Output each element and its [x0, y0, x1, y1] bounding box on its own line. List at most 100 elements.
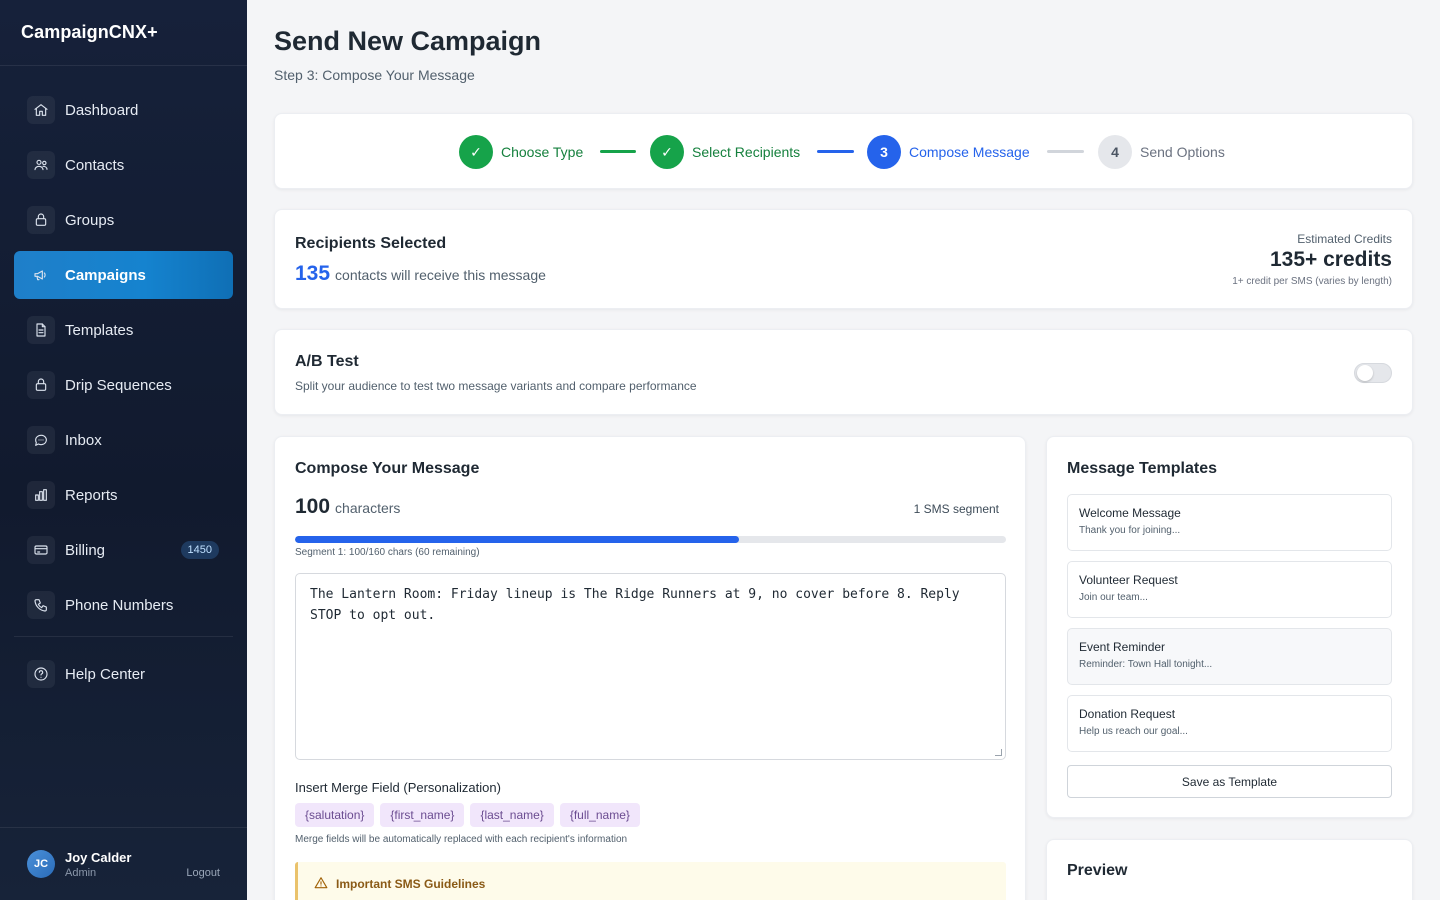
toggle-knob	[1357, 365, 1373, 381]
recipients-count: 135	[295, 262, 331, 285]
message-text: The Lantern Room: Friday lineup is The R…	[310, 587, 968, 623]
message-textarea[interactable]: The Lantern Room: Friday lineup is The R…	[295, 573, 1006, 760]
help-circle-icon	[27, 660, 55, 688]
sidebar-item-label: Inbox	[65, 431, 102, 449]
lock-icon	[27, 371, 55, 399]
user-name: Joy Calder	[65, 849, 132, 865]
sidebar-item-label: Dashboard	[65, 101, 139, 119]
step-select-recipients[interactable]: ✓ Select Recipients	[650, 134, 800, 170]
merge-chip-salutation[interactable]: {salutation}	[295, 803, 375, 827]
recipients-text: contacts will receive this message	[335, 267, 546, 283]
segment-progress-bar	[295, 536, 1006, 543]
step-check-icon: ✓	[650, 135, 684, 169]
step-choose-type[interactable]: ✓ Choose Type	[459, 134, 583, 170]
step-label: Compose Message	[909, 144, 1030, 160]
template-item[interactable]: Welcome Message Thank you for joining...	[1067, 494, 1392, 551]
char-label: characters	[335, 500, 401, 516]
chat-bubble-icon	[27, 426, 55, 454]
ab-test-description: Split your audience to test two message …	[295, 379, 697, 393]
sidebar-nav: Dashboard Contacts Groups Campaigns Temp…	[0, 66, 247, 698]
phone-icon	[27, 591, 55, 619]
step-label: Send Options	[1140, 144, 1225, 160]
step-number: 3	[867, 135, 901, 169]
lock-icon	[27, 206, 55, 234]
template-name: Event Reminder	[1079, 640, 1166, 654]
template-name: Welcome Message	[1079, 506, 1181, 520]
credits-label: Estimated Credits	[1297, 232, 1392, 246]
sidebar-item-label: Billing	[65, 541, 106, 559]
step-number: 4	[1098, 135, 1132, 169]
guidelines-title: Important SMS Guidelines	[336, 877, 486, 891]
sidebar-item-label: Templates	[65, 321, 134, 339]
users-icon	[27, 151, 55, 179]
sidebar-item-reports[interactable]: Reports	[14, 471, 233, 519]
ab-test-title: A/B Test	[295, 353, 359, 370]
recipients-summary: Recipients Selected 135 contacts will re…	[274, 209, 1413, 309]
template-name: Donation Request	[1079, 707, 1176, 721]
template-item[interactable]: Event Reminder Reminder: Town Hall tonig…	[1067, 628, 1392, 685]
save-as-template-button[interactable]: Save as Template	[1067, 765, 1392, 798]
billing-credit-badge: 1450	[180, 541, 219, 559]
template-snippet: Thank you for joining...	[1079, 525, 1181, 536]
logout-link[interactable]: Logout	[186, 867, 220, 879]
main-content: Send New Campaign Step 3: Compose Your M…	[247, 0, 1440, 900]
credit-card-icon	[27, 536, 55, 564]
recipients-title: Recipients Selected	[295, 235, 447, 252]
sidebar: CampaignCNX+ Dashboard Contacts Groups C…	[0, 0, 247, 900]
ab-test-card: A/B Test Split your audience to test two…	[274, 329, 1413, 415]
bar-chart-icon	[27, 481, 55, 509]
recipients-line: 135 contacts will receive this message	[295, 262, 546, 286]
segment-progress-fill	[295, 536, 740, 543]
credits-value: 135+ credits	[1269, 248, 1392, 271]
sidebar-item-contacts[interactable]: Contacts	[14, 141, 233, 189]
ab-test-toggle[interactable]	[1354, 363, 1392, 383]
avatar: JC	[27, 850, 55, 878]
warning-icon	[314, 877, 328, 889]
merge-chip-first-name[interactable]: {first_name}	[380, 803, 465, 827]
step-connector	[600, 150, 636, 153]
home-icon	[27, 96, 55, 124]
step-connector	[817, 150, 854, 153]
sidebar-item-dashboard[interactable]: Dashboard	[14, 86, 233, 134]
sidebar-item-inbox[interactable]: Inbox	[14, 416, 233, 464]
user-role: Admin	[65, 866, 97, 879]
compose-card: Compose Your Message 100 characters 1 SM…	[274, 436, 1026, 900]
preview-card: Preview	[1046, 839, 1413, 900]
step-compose-message[interactable]: 3 Compose Message	[867, 134, 1030, 170]
credits-note: 1+ credit per SMS (varies by length)	[1232, 276, 1392, 287]
sidebar-item-label: Drip Sequences	[65, 376, 172, 394]
step-check-icon: ✓	[459, 135, 493, 169]
sidebar-item-help-center[interactable]: Help Center	[14, 650, 233, 698]
template-snippet: Reminder: Town Hall tonight...	[1079, 659, 1213, 670]
char-count: 100	[295, 495, 331, 518]
sidebar-item-templates[interactable]: Templates	[14, 306, 233, 354]
megaphone-icon	[27, 261, 55, 289]
app-logo[interactable]: CampaignCNX+	[0, 0, 247, 66]
resize-handle[interactable]	[995, 749, 1002, 756]
sidebar-divider	[14, 636, 233, 637]
sidebar-item-label: Contacts	[65, 156, 125, 174]
sms-guidelines-alert: Important SMS Guidelines	[295, 862, 1006, 900]
page-title: Send New Campaign	[274, 26, 542, 56]
page-subtitle: Step 3: Compose Your Message	[274, 67, 475, 83]
merge-field-note: Merge fields will be automatically repla…	[295, 834, 628, 845]
step-label: Choose Type	[501, 144, 584, 160]
template-item[interactable]: Donation Request Help us reach our goal.…	[1067, 695, 1392, 752]
sidebar-item-groups[interactable]: Groups	[14, 196, 233, 244]
sidebar-item-campaigns[interactable]: Campaigns	[14, 251, 233, 299]
sidebar-item-drip-sequences[interactable]: Drip Sequences	[14, 361, 233, 409]
segment-count: 1 SMS segment	[913, 502, 999, 516]
char-counter: 100 characters	[295, 495, 400, 519]
sidebar-item-label: Phone Numbers	[65, 596, 174, 614]
sidebar-item-billing[interactable]: Billing 1450	[14, 526, 233, 574]
sidebar-item-phone-numbers[interactable]: Phone Numbers	[14, 581, 233, 629]
step-connector	[1047, 150, 1084, 153]
step-send-options[interactable]: 4 Send Options	[1098, 134, 1225, 170]
template-snippet: Help us reach our goal...	[1079, 726, 1188, 737]
template-item[interactable]: Volunteer Request Join our team...	[1067, 561, 1392, 618]
template-name: Volunteer Request	[1079, 573, 1178, 587]
user-profile[interactable]: JC Joy Calder Admin Logout	[0, 827, 247, 900]
sidebar-item-label: Campaigns	[65, 266, 146, 284]
merge-chip-full-name[interactable]: {full_name}	[559, 803, 640, 827]
merge-chip-last-name[interactable]: {last_name}	[470, 803, 554, 827]
